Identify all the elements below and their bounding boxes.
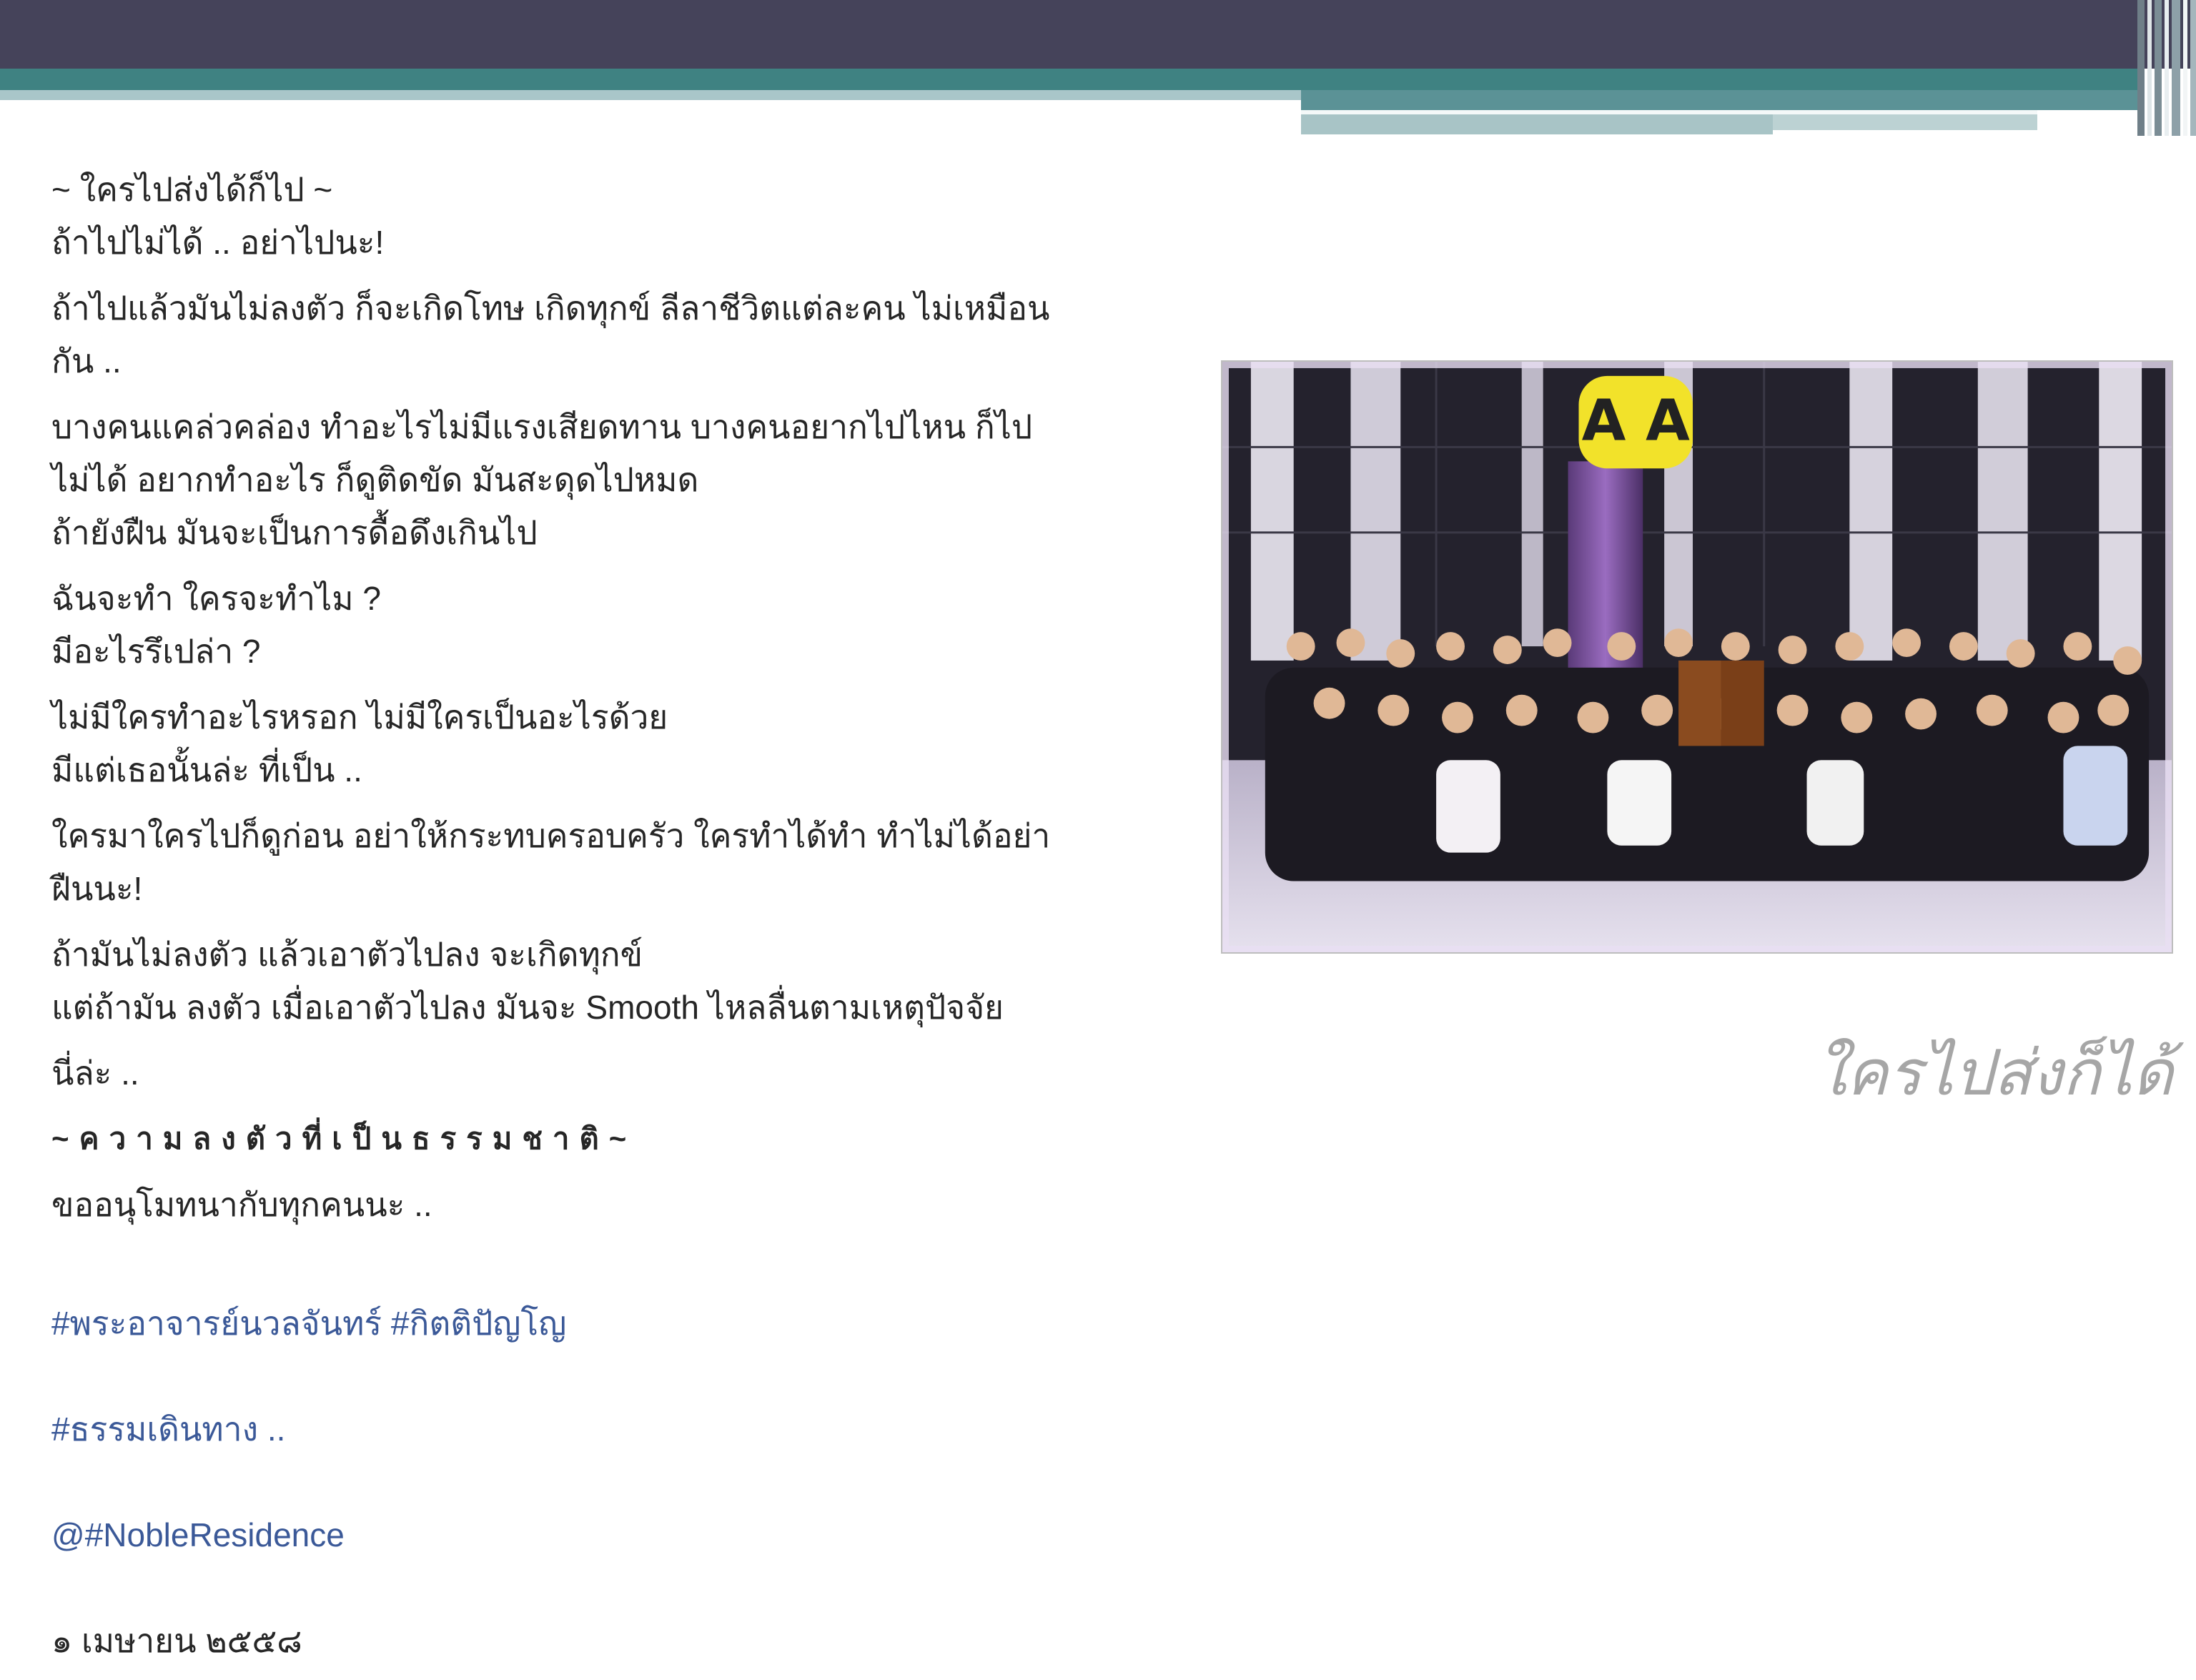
post-paragraph-6: ถ้ามันไม่ลงตัว แล้วเอาตัวไปลง จะเกิดทุกข…	[51, 936, 1004, 1026]
post-motto: ~ความลงตัวที่เป็นธรรมชาติ~	[51, 1122, 637, 1155]
photo-caption: ใครไปส่งก็ได้	[1815, 1036, 2173, 1110]
post-paragraph-5: ใครมาใครไปก็ดูก่อน อย่าให้กระทบครอบครัว …	[51, 817, 1051, 907]
post-paragraph-3: ฉันจะทำ ใครจะทำไม ? มีอะไรรึเปล่า ?	[51, 580, 381, 670]
header-accent-band	[0, 69, 2145, 90]
header-corner-stripes	[2137, 0, 2196, 136]
post-paragraph-9: ขออนุโมทนากับทุกคนนะ ..	[51, 1186, 432, 1223]
header-accent-band-light	[0, 90, 1301, 100]
post-heading: ~ ใครไปส่งได้ก็ไป ~	[51, 171, 333, 208]
pillar-sign-text: A A	[1582, 387, 1691, 454]
group-photo-illustration: A A	[1222, 362, 2172, 952]
post-paragraph-1: ถ้าไปแล้วมันไม่ลงตัว ก็จะเกิดโทษ เกิดทุก…	[51, 290, 1050, 380]
post-date: ๑ เมษายน ๒๕๕๘	[51, 1622, 302, 1659]
post-paragraph-2: บางคนแคล่วคล่อง ทำอะไรไม่มีแรงเสียดทาน บ…	[51, 408, 1033, 551]
post-paragraph-7: นี่ล่ะ ..	[51, 1054, 139, 1092]
post-text: ~ ใครไปส่งได้ก็ไป ~ ถ้าไปไม่ได้ .. อย่าไ…	[51, 163, 1195, 1680]
header-accent-band-pale-2	[1773, 114, 2037, 130]
header-accent-band-right	[1301, 90, 2145, 110]
hashtag-link-2[interactable]: #ธรรมเดินทาง ..	[51, 1403, 1195, 1456]
header-accent-line-2	[1773, 130, 2037, 136]
hashtag-link-3[interactable]: @#NobleResidence	[51, 1508, 1195, 1561]
group-photo: A A	[1221, 360, 2173, 954]
post-paragraph-4: ไม่มีใครทำอะไรหรอก ไม่มีใครเป็นอะไรด้วย …	[51, 698, 668, 789]
slide-header-bar	[0, 0, 2196, 69]
post-subheading: ถ้าไปไม่ได้ .. อย่าไปนะ!	[51, 224, 385, 261]
header-accent-band-pale	[1301, 114, 1773, 134]
hashtag-block: #พระอาจารย์นวลจันทร์ #กิตติปัญโญ #ธรรมเด…	[51, 1244, 1195, 1614]
hashtag-link-1[interactable]: #พระอาจารย์นวลจันทร์ #กิตติปัญโญ	[51, 1297, 1195, 1350]
